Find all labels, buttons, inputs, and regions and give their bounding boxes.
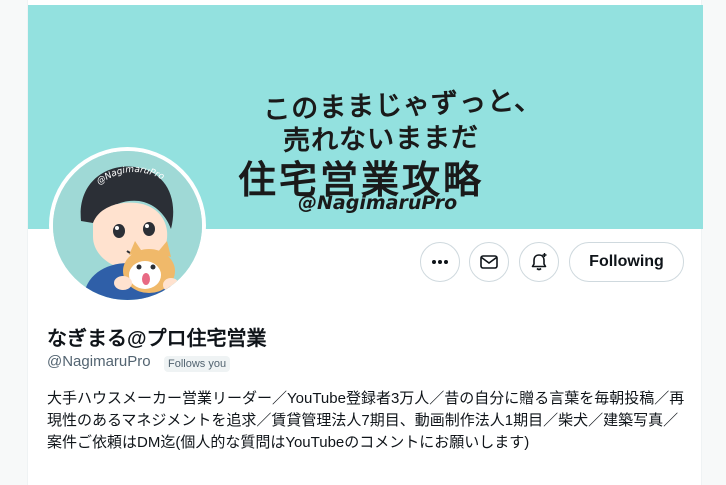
message-button[interactable] — [469, 242, 509, 282]
profile-column: このままじゃずっと、 売れないままだ 住宅営業攻略 @NagimaruPro @… — [27, 0, 703, 485]
more-options-button[interactable] — [420, 242, 460, 282]
mail-icon — [480, 255, 498, 269]
following-button[interactable]: Following — [569, 242, 684, 282]
right-gutter — [702, 0, 726, 485]
more-horizontal-icon — [432, 260, 448, 264]
profile-page: このままじゃずっと、 売れないままだ 住宅営業攻略 @NagimaruPro @… — [0, 0, 726, 485]
notifications-button[interactable] — [519, 242, 559, 282]
profile-handle: @NagimaruPro — [47, 353, 151, 370]
follows-you-badge: Follows you — [164, 356, 231, 372]
avatar[interactable]: @NagimaruPro — [49, 147, 206, 304]
profile-bio: 大手ハウスメーカー営業リーダー／YouTube登録者3万人／昔の自分に贈る言葉を… — [47, 390, 685, 451]
banner-text-handle: @NagimaruPro — [298, 192, 458, 214]
bell-plus-icon — [531, 253, 547, 271]
left-gutter — [0, 0, 27, 485]
display-name: なぎまる@プロ住宅営業 — [47, 328, 267, 350]
avatar-illustration: @NagimaruPro — [53, 151, 202, 300]
